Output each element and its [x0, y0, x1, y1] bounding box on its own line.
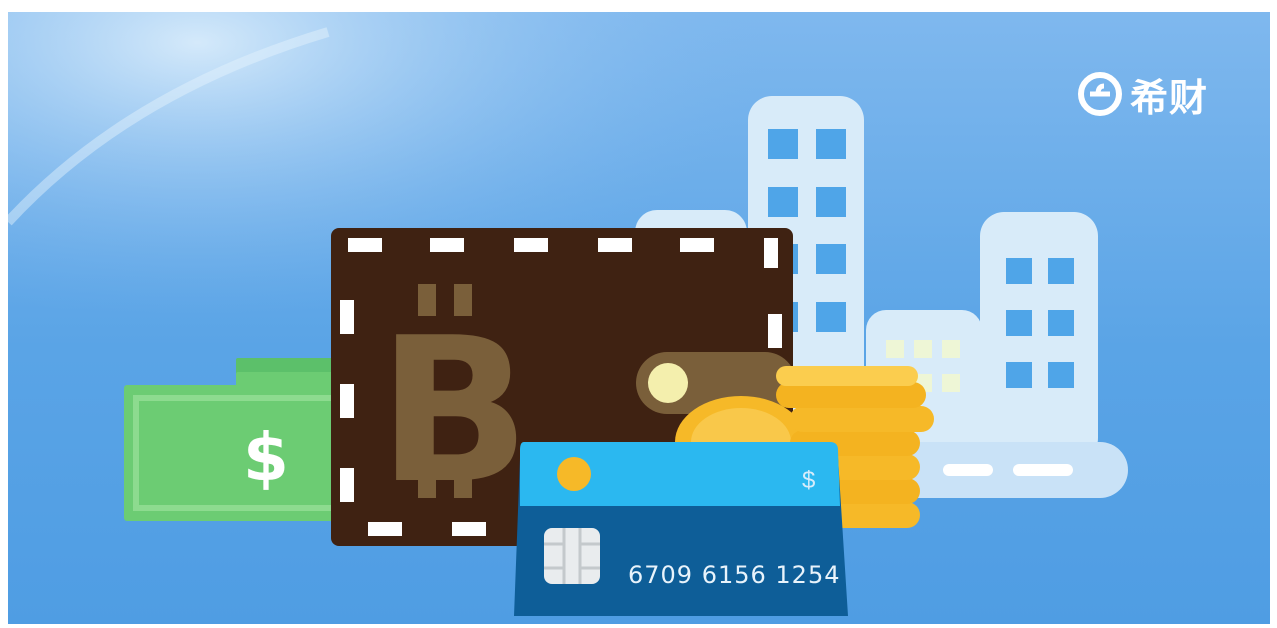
bitcoin-bar-bottom-2 — [454, 474, 472, 498]
e-circle-icon — [1078, 72, 1122, 116]
illustration-scene: $ B $ 6709 6156 1254 希财 — [8, 12, 1270, 624]
brand-logo: 希财 — [1076, 64, 1208, 124]
card-number: 6709 6156 1254 — [628, 561, 841, 589]
chip-icon — [544, 528, 600, 584]
logo-text: 希财 — [1130, 75, 1209, 120]
card-dot-icon — [557, 457, 591, 491]
clasp-button-icon — [648, 363, 688, 403]
bitcoin-bar-bottom — [418, 474, 436, 498]
card-currency-symbol: $ — [802, 467, 816, 494]
bitcoin-bar-top — [418, 284, 436, 316]
bitcoin-bar-top-2 — [454, 284, 472, 316]
dollar-sign-icon: $ — [243, 419, 289, 496]
